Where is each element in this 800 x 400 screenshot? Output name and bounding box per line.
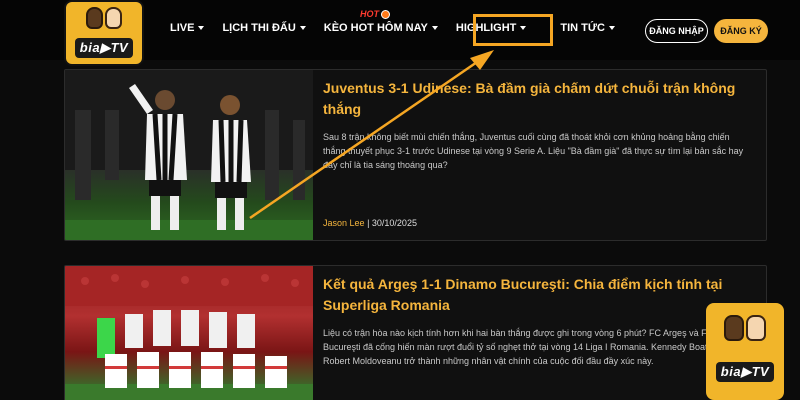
nav-item-label: LỊCH THI ĐẤU [222,22,296,34]
nav-item-label: TIN TỨC [560,22,605,34]
mascot-face-icon [105,7,122,29]
mascot-face-icon [86,7,103,29]
chevron-down-icon [608,26,615,30]
team-photo [65,266,313,400]
main-nav: HOT LIVE LỊCH THI ĐẤU KÈO HOT HÔM NAY HI… [170,9,633,34]
mascot-face-icon [746,315,766,341]
logo-text: bia▶TV [715,362,775,382]
hot-badge: HOT [360,9,390,19]
article-content: Juventus 3-1 Udinese: Bà đầm già chấm dứ… [323,70,752,172]
nav-item-schedule[interactable]: LỊCH THI ĐẤU [222,22,306,34]
site-logo[interactable]: bia▶TV [66,2,142,64]
register-button[interactable]: ĐĂNG KÝ [714,19,768,43]
mascot-face-icon [724,315,744,341]
match-photo [65,70,313,240]
article-content: Kết quả Argeş 1-1 Dinamo Bucureşti: Chia… [323,266,752,368]
chevron-down-icon [299,26,306,30]
nav-item-live[interactable]: LIVE [170,22,205,34]
football-icon [381,9,390,19]
login-button[interactable]: ĐĂNG NHẬP [645,19,708,43]
article-thumbnail[interactable] [65,266,313,400]
article-card[interactable]: Juventus 3-1 Udinese: Bà đầm già chấm dứ… [64,69,767,241]
article-date: 30/10/2025 [371,218,417,228]
article-thumbnail[interactable] [65,70,313,240]
news-highlight-box [473,14,553,46]
article-summary: Sau 8 trận không biết mùi chiến thắng, J… [323,132,744,170]
logo-mascots [86,7,122,29]
nav-item-label: LIVE [170,22,195,34]
article-summary: Liệu có trận hòa nào kịch tính hơn khi h… [323,328,747,366]
corner-logo: bia▶TV [706,303,784,400]
logo-text: bia▶TV [74,38,134,58]
nav-item-news[interactable]: TIN TỨC [560,22,615,34]
article-title[interactable]: Juventus 3-1 Udinese: Bà đầm già chấm dứ… [323,78,752,120]
chevron-down-icon [198,26,205,30]
nav-item-hot-odds[interactable]: KÈO HOT HÔM NAY [324,22,438,34]
nav-item-label: KÈO HOT HÔM NAY [323,22,428,34]
article-author[interactable]: Jason Lee [323,218,365,228]
article-title[interactable]: Kết quả Argeş 1-1 Dinamo Bucureşti: Chia… [323,274,752,316]
chevron-down-icon [431,26,438,30]
site-header: bia▶TV HOT LIVE LỊCH THI ĐẤU KÈO HOT HÔM… [0,0,800,64]
article-meta: Jason Lee | 30/10/2025 [323,218,417,228]
article-card[interactable]: Kết quả Argeş 1-1 Dinamo Bucureşti: Chia… [64,265,767,400]
logo-mascots [724,315,766,341]
